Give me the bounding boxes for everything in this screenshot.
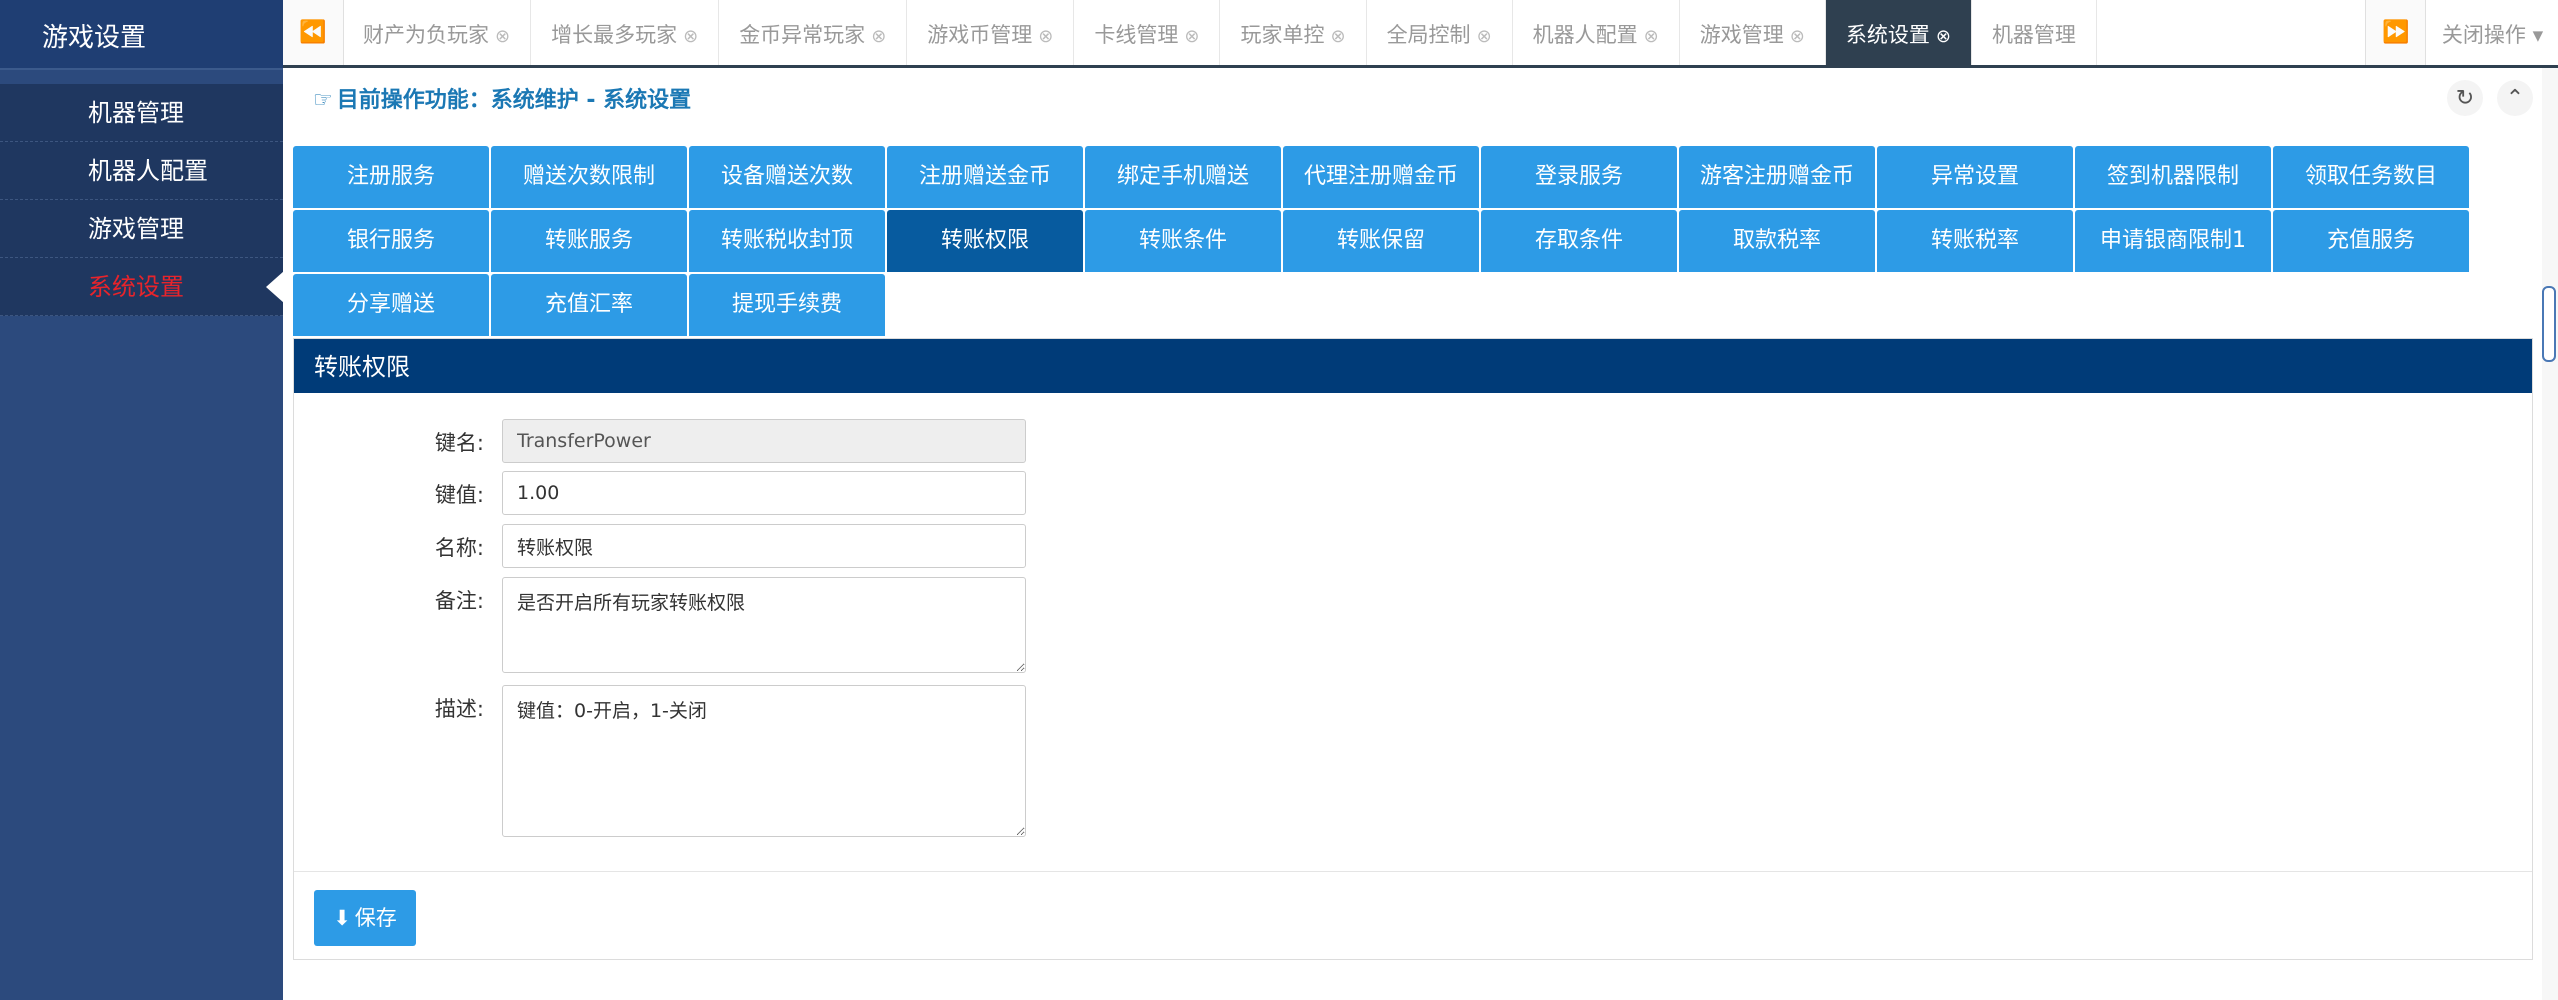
main-content: ☞ 目前操作功能：系统维护 - 系统设置 ↻ ⌃ 注册服务 赠送次数限制 设备赠送… <box>293 68 2533 1000</box>
config-button[interactable]: 代理注册赠金币 <box>1283 146 1479 208</box>
config-button[interactable]: 注册赠送金币 <box>887 146 1083 208</box>
name-input[interactable] <box>502 524 1026 568</box>
caret-down-icon: ▾ <box>2525 23 2544 47</box>
sidebar-item-game-management[interactable]: 游戏管理 <box>0 200 283 258</box>
tab-disconnect[interactable]: 卡线管理 ⊗ <box>1074 0 1221 65</box>
tab-scroll-right-icon[interactable]: ⏩ <box>2365 0 2426 65</box>
settings-panel: 转账权限 键名: 键值: 名称: 备注: 是否开启所有玩家转账权限 描述: 键值… <box>293 338 2533 960</box>
tab-label: 系统设置 <box>1845 23 1930 47</box>
sidebar: 游戏设置 机器管理 机器人配置 游戏管理 系统设置 <box>0 0 284 1000</box>
tab-label: 游戏币管理 <box>927 23 1033 47</box>
close-icon[interactable]: ⊗ <box>683 26 698 47</box>
name-label: 名称: <box>434 536 484 560</box>
tab-label: 全局控制 <box>1386 23 1471 47</box>
tab-player-control[interactable]: 玩家单控 ⊗ <box>1220 0 1367 65</box>
tab-system-settings[interactable]: 系统设置 ⊗ <box>1825 0 1972 65</box>
sidebar-item-robot-config[interactable]: 机器人配置 <box>0 142 283 200</box>
refresh-icon[interactable]: ↻ <box>2447 80 2483 116</box>
config-button[interactable]: 转账保留 <box>1283 210 1479 272</box>
tab-top-growth[interactable]: 增长最多玩家 ⊗ <box>531 0 720 65</box>
scrollbar-thumb[interactable] <box>2542 286 2556 362</box>
tab-label: 增长最多玩家 <box>551 23 678 47</box>
config-button[interactable]: 申请银商限制1 <box>2075 210 2271 272</box>
hand-pointer-icon: ☞ <box>313 88 333 113</box>
sidebar-menu: 机器管理 机器人配置 游戏管理 系统设置 <box>0 84 284 316</box>
save-button[interactable]: ⬇ 保存 <box>314 890 416 946</box>
breadcrumb: ☞ 目前操作功能：系统维护 - 系统设置 <box>313 82 691 114</box>
close-icon[interactable]: ⊗ <box>1038 26 1053 47</box>
close-icon[interactable]: ⊗ <box>871 26 886 47</box>
config-button[interactable]: 充值汇率 <box>491 274 687 336</box>
close-icon[interactable]: ⊗ <box>1184 26 1199 47</box>
close-operations-dropdown[interactable]: 关闭操作 ▾ <box>2425 0 2558 65</box>
panel-footer: ⬇ 保存 <box>294 871 2532 959</box>
sidebar-item-label: 系统设置 <box>88 273 184 301</box>
tab-negative-assets[interactable]: 财产为负玩家 ⊗ <box>343 0 532 65</box>
tab-scroll-left-icon[interactable]: ⏪ <box>283 0 344 65</box>
tab-machine-management[interactable]: 机器管理 <box>1972 0 2097 65</box>
close-icon[interactable]: ⊗ <box>495 26 510 47</box>
value-label: 键值: <box>434 483 484 507</box>
sidebar-item-machine-management[interactable]: 机器管理 <box>0 84 283 142</box>
tab-game-management[interactable]: 游戏管理 ⊗ <box>1680 0 1826 65</box>
config-button[interactable]: 取款税率 <box>1679 210 1875 272</box>
config-button[interactable]: 转账税收封顶 <box>689 210 885 272</box>
top-tools: ↻ ⌃ <box>2447 80 2533 116</box>
page-scrollbar[interactable] <box>2542 68 2558 1000</box>
key-label: 键名: <box>434 431 484 455</box>
close-operations-label: 关闭操作 <box>2441 23 2526 47</box>
tab-label: 游戏管理 <box>1699 23 1784 47</box>
close-icon[interactable]: ⊗ <box>1936 26 1951 47</box>
tab-label: 财产为负玩家 <box>363 23 489 47</box>
download-icon: ⬇ <box>333 906 351 930</box>
config-button[interactable]: 注册服务 <box>293 146 489 208</box>
tab-robot-config[interactable]: 机器人配置 ⊗ <box>1513 0 1680 65</box>
description-textarea[interactable]: 键值：0-开启，1-关闭 <box>502 685 1026 837</box>
config-button[interactable]: 银行服务 <box>293 210 489 272</box>
config-button-active[interactable]: 转账权限 <box>887 210 1083 272</box>
config-button[interactable]: 领取任务数目 <box>2273 146 2469 208</box>
config-button[interactable]: 设备赠送次数 <box>689 146 885 208</box>
panel-title: 转账权限 <box>294 339 2532 393</box>
config-button[interactable]: 充值服务 <box>2273 210 2469 272</box>
breadcrumb-text: 目前操作功能：系统维护 - 系统设置 <box>336 88 692 113</box>
config-button[interactable]: 转账服务 <box>491 210 687 272</box>
config-button[interactable]: 分享赠送 <box>293 274 489 336</box>
tab-label: 金币异常玩家 <box>739 23 866 47</box>
config-button[interactable]: 异常设置 <box>1877 146 2073 208</box>
close-icon[interactable]: ⊗ <box>1477 26 1492 47</box>
remark-label: 备注: <box>434 589 484 613</box>
tab-abnormal-gold[interactable]: 金币异常玩家 ⊗ <box>719 0 908 65</box>
config-button[interactable]: 绑定手机赠送 <box>1085 146 1281 208</box>
value-input[interactable] <box>502 471 1026 515</box>
collapse-up-icon[interactable]: ⌃ <box>2497 80 2533 116</box>
sidebar-title: 游戏设置 <box>0 0 283 70</box>
tab-label: 玩家单控 <box>1240 23 1325 47</box>
tab-game-currency[interactable]: 游戏币管理 ⊗ <box>907 0 1075 65</box>
tab-label: 机器人配置 <box>1532 23 1638 47</box>
config-button-grid: 注册服务 赠送次数限制 设备赠送次数 注册赠送金币 绑定手机赠送 代理注册赠金币… <box>293 146 2473 336</box>
active-indicator <box>266 271 284 303</box>
close-icon[interactable]: ⊗ <box>1790 26 1805 47</box>
tab-bar: ⏪ 财产为负玩家 ⊗ 增长最多玩家 ⊗ 金币异常玩家 ⊗ 游戏币管理 ⊗ 卡线管理 ⊗ 玩… <box>283 0 2558 68</box>
config-button[interactable]: 赠送次数限制 <box>491 146 687 208</box>
config-button[interactable]: 提现手续费 <box>689 274 885 336</box>
close-icon[interactable]: ⊗ <box>1330 26 1345 47</box>
config-button[interactable]: 游客注册赠金币 <box>1679 146 1875 208</box>
config-button[interactable]: 签到机器限制 <box>2075 146 2271 208</box>
sidebar-item-system-settings[interactable]: 系统设置 <box>0 258 284 316</box>
config-button[interactable]: 转账税率 <box>1877 210 2073 272</box>
config-button[interactable]: 转账条件 <box>1085 210 1281 272</box>
tab-global-control[interactable]: 全局控制 ⊗ <box>1367 0 1513 65</box>
description-label: 描述: <box>434 697 484 721</box>
tab-list: 财产为负玩家 ⊗ 增长最多玩家 ⊗ 金币异常玩家 ⊗ 游戏币管理 ⊗ 卡线管理 ⊗ 玩家单… <box>343 0 2097 65</box>
tab-label: 卡线管理 <box>1094 23 1179 47</box>
save-button-label: 保存 <box>354 906 397 930</box>
remark-textarea[interactable]: 是否开启所有玩家转账权限 <box>502 577 1026 673</box>
tab-label: 机器管理 <box>1991 23 2076 47</box>
config-button[interactable]: 存取条件 <box>1481 210 1677 272</box>
key-input[interactable] <box>502 419 1026 463</box>
config-button[interactable]: 登录服务 <box>1481 146 1677 208</box>
close-icon[interactable]: ⊗ <box>1644 26 1659 47</box>
